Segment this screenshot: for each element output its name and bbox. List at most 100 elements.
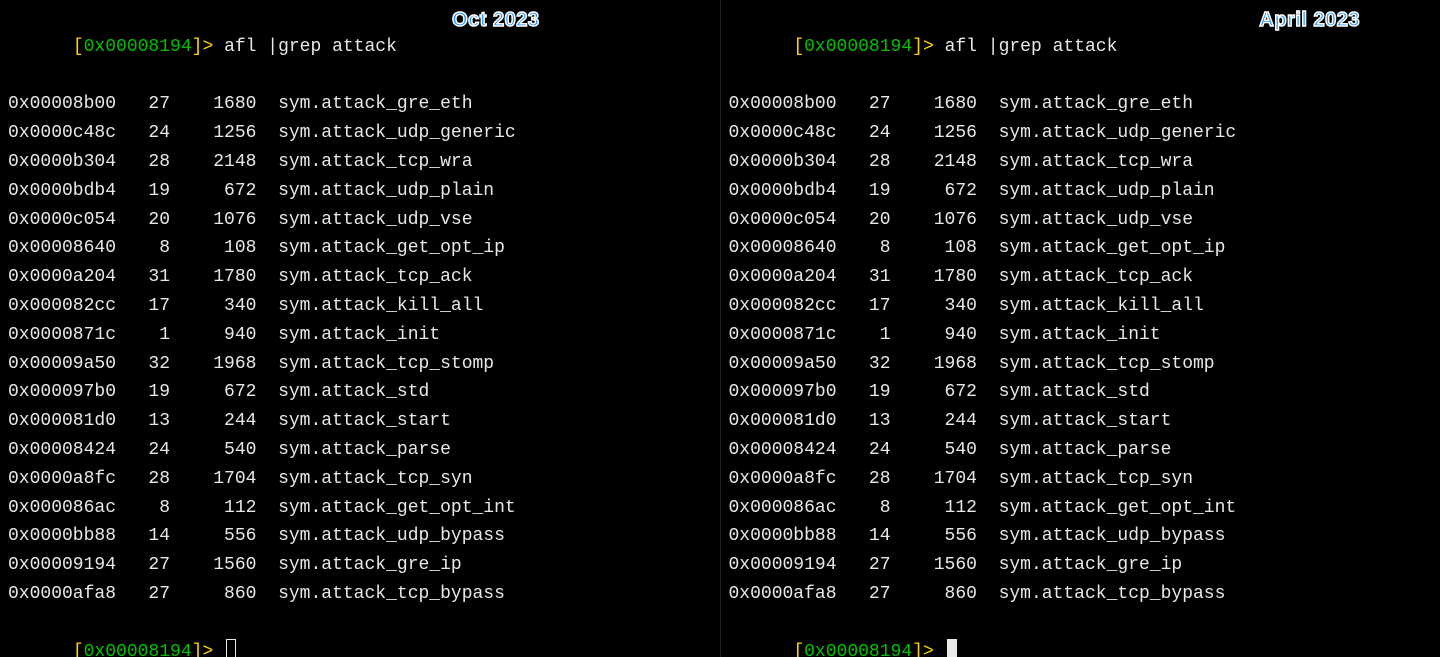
row-address: 0x000086ac <box>8 498 116 518</box>
row-symbol: sym.attack_std <box>256 382 429 402</box>
row-col1: 27 <box>837 94 891 114</box>
row-symbol: sym.attack_get_opt_int <box>256 498 515 518</box>
terminal-comparison: Oct 2023 [0x00008194]> afl |grep attack … <box>0 0 1440 657</box>
row-symbol: sym.attack_tcp_bypass <box>256 584 504 604</box>
row-col1: 8 <box>116 498 170 518</box>
row-address: 0x0000871c <box>8 325 116 345</box>
row-col2: 2148 <box>891 152 977 172</box>
row-address: 0x000082cc <box>729 296 837 316</box>
row-symbol: sym.attack_kill_all <box>256 296 483 316</box>
row-col1: 32 <box>837 354 891 374</box>
row-col1: 20 <box>116 210 170 230</box>
row-address: 0x000086ac <box>729 498 837 518</box>
end-prompt-line: [0x00008194]> <box>729 609 1433 657</box>
terminal-pane-right[interactable]: April 2023 [0x00008194]> afl |grep attac… <box>721 0 1440 657</box>
output-row: 0x0000c48c 24 1256 sym.attack_udp_generi… <box>729 119 1433 148</box>
prompt-open-bracket: [ <box>73 37 84 57</box>
row-symbol: sym.attack_tcp_syn <box>256 469 472 489</box>
row-address: 0x0000a204 <box>8 267 116 287</box>
row-col1: 32 <box>116 354 170 374</box>
row-col1: 24 <box>837 440 891 460</box>
row-col1: 8 <box>837 238 891 258</box>
row-address: 0x0000bb88 <box>729 526 837 546</box>
output-row: 0x0000c48c 24 1256 sym.attack_udp_generi… <box>8 119 712 148</box>
row-col2: 108 <box>891 238 977 258</box>
output-row: 0x000086ac 8 112 sym.attack_get_opt_int <box>8 494 712 523</box>
output-row: 0x0000c054 20 1076 sym.attack_udp_vse <box>8 206 712 235</box>
row-col1: 28 <box>116 152 170 172</box>
row-col1: 1 <box>116 325 170 345</box>
row-symbol: sym.attack_gre_ip <box>977 555 1182 575</box>
prompt-open-bracket: [ <box>793 642 804 657</box>
row-col2: 1076 <box>170 210 256 230</box>
row-col2: 112 <box>891 498 977 518</box>
row-col2: 1560 <box>891 555 977 575</box>
prompt-address: 0x00008194 <box>84 37 192 57</box>
terminal-pane-left[interactable]: Oct 2023 [0x00008194]> afl |grep attack … <box>0 0 721 657</box>
row-symbol: sym.attack_gre_eth <box>256 94 472 114</box>
row-col2: 1560 <box>170 555 256 575</box>
row-symbol: sym.attack_init <box>977 325 1161 345</box>
row-col1: 28 <box>837 152 891 172</box>
output-rows-left: 0x00008b00 27 1680 sym.attack_gre_eth0x0… <box>8 90 712 608</box>
output-row: 0x00008b00 27 1680 sym.attack_gre_eth <box>8 90 712 119</box>
row-symbol: sym.attack_std <box>977 382 1150 402</box>
row-col2: 940 <box>170 325 256 345</box>
row-address: 0x000081d0 <box>8 411 116 431</box>
output-row: 0x00009194 27 1560 sym.attack_gre_ip <box>8 551 712 580</box>
row-col2: 2148 <box>170 152 256 172</box>
prompt-open-bracket: [ <box>793 37 804 57</box>
output-row: 0x0000bdb4 19 672 sym.attack_udp_plain <box>8 177 712 206</box>
row-address: 0x00008640 <box>8 238 116 258</box>
row-col2: 1076 <box>891 210 977 230</box>
row-col1: 17 <box>116 296 170 316</box>
row-symbol: sym.attack_tcp_ack <box>256 267 472 287</box>
output-row: 0x0000a204 31 1780 sym.attack_tcp_ack <box>729 263 1433 292</box>
row-address: 0x00008424 <box>8 440 116 460</box>
prompt-close-bracket: ]> <box>912 37 944 57</box>
prompt-line: [0x00008194]> afl |grep attack <box>8 4 712 90</box>
row-col2: 556 <box>891 526 977 546</box>
output-row: 0x0000afa8 27 860 sym.attack_tcp_bypass <box>8 580 712 609</box>
prompt-address: 0x00008194 <box>84 642 192 657</box>
row-col1: 28 <box>116 469 170 489</box>
row-address: 0x00008640 <box>729 238 837 258</box>
row-address: 0x0000a8fc <box>729 469 837 489</box>
prompt-open-bracket: [ <box>73 642 84 657</box>
output-row: 0x0000a8fc 28 1704 sym.attack_tcp_syn <box>8 465 712 494</box>
output-rows-right: 0x00008b00 27 1680 sym.attack_gre_eth0x0… <box>729 90 1433 608</box>
row-col2: 860 <box>891 584 977 604</box>
output-row: 0x00008424 24 540 sym.attack_parse <box>8 436 712 465</box>
row-col1: 27 <box>837 555 891 575</box>
row-address: 0x0000c48c <box>729 123 837 143</box>
row-col2: 556 <box>170 526 256 546</box>
row-address: 0x0000bdb4 <box>8 181 116 201</box>
row-col2: 244 <box>891 411 977 431</box>
row-col1: 31 <box>116 267 170 287</box>
row-address: 0x00009194 <box>8 555 116 575</box>
row-symbol: sym.attack_start <box>977 411 1171 431</box>
output-row: 0x0000871c 1 940 sym.attack_init <box>729 321 1433 350</box>
row-symbol: sym.attack_tcp_wra <box>256 152 472 172</box>
row-symbol: sym.attack_get_opt_ip <box>256 238 504 258</box>
row-symbol: sym.attack_udp_generic <box>256 123 515 143</box>
row-col1: 14 <box>837 526 891 546</box>
row-col1: 19 <box>116 181 170 201</box>
row-address: 0x00009194 <box>729 555 837 575</box>
row-col2: 1256 <box>170 123 256 143</box>
row-col1: 19 <box>116 382 170 402</box>
row-col1: 31 <box>837 267 891 287</box>
prompt-address: 0x00008194 <box>804 37 912 57</box>
row-col2: 340 <box>170 296 256 316</box>
row-address: 0x000081d0 <box>729 411 837 431</box>
row-col2: 1968 <box>170 354 256 374</box>
row-symbol: sym.attack_udp_plain <box>256 181 494 201</box>
row-symbol: sym.attack_udp_generic <box>977 123 1236 143</box>
row-symbol: sym.attack_tcp_syn <box>977 469 1193 489</box>
row-address: 0x0000a204 <box>729 267 837 287</box>
row-col2: 1780 <box>891 267 977 287</box>
row-col1: 8 <box>837 498 891 518</box>
row-address: 0x00009a50 <box>729 354 837 374</box>
output-row: 0x0000b304 28 2148 sym.attack_tcp_wra <box>729 148 1433 177</box>
prompt-address: 0x00008194 <box>804 642 912 657</box>
